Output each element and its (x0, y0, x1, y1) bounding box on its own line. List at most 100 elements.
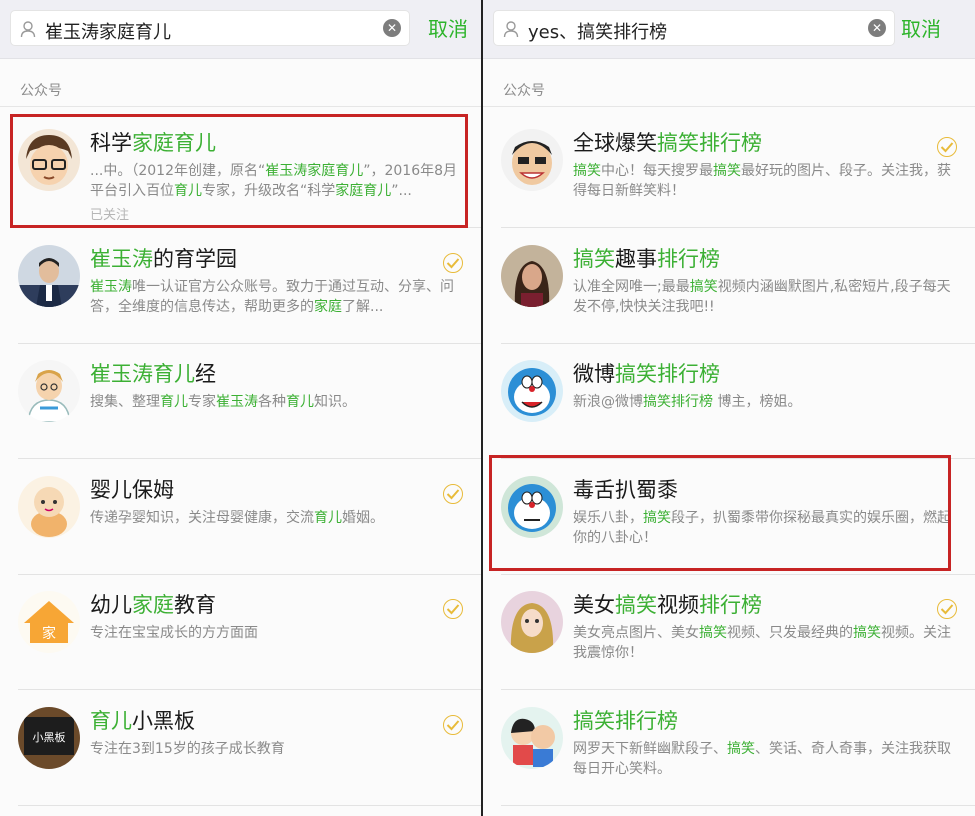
account-name: 美女搞笑视频排行榜 (573, 589, 762, 619)
account-name: 育儿小黑板 (90, 705, 195, 735)
highlight-annotation-box (10, 114, 468, 228)
cancel-button[interactable]: 取消 (428, 13, 468, 42)
account-description: 专注在3到15岁的孩子成长教育 (90, 739, 459, 759)
row-separator (18, 804, 481, 806)
description-segment: 搞笑 (727, 740, 755, 757)
account-description: 传递孕婴知识，关注母婴健康，交流育儿婚姻。 (90, 508, 459, 528)
title-segment: 崔玉涛育儿 (90, 362, 195, 386)
check-icon (940, 604, 954, 615)
svg-text:小黑板: 小黑板 (33, 730, 66, 744)
title-segment: 全球爆笑 (573, 131, 657, 155)
account-name: 搞笑排行榜 (573, 705, 678, 735)
search-user-icon (20, 21, 36, 38)
divider (483, 106, 975, 107)
account-description: 网罗天下新鲜幽默段子、搞笑、笑话、奇人奇事，关注我获取每日开心笑料。 (573, 739, 953, 779)
description-segment: 搞笑 (699, 625, 727, 641)
list-item[interactable]: 小黑板 育儿小黑板 专注在3到15岁的孩子成长教育 (0, 691, 481, 806)
list-item[interactable]: 崔玉涛的育学园 崔玉涛唯一认证官方公众账号。致力于通过互动、分享、问答，全维度的信… (0, 229, 481, 344)
search-user-icon (503, 21, 519, 38)
list-item[interactable]: 搞笑趣事排行榜 认准全网唯一;最最搞笑视频内涵幽默图片,私密短片,段子每天发不停,… (483, 229, 975, 344)
avatar (18, 244, 80, 307)
account-name: 崔玉涛的育学园 (90, 243, 237, 273)
search-bar: yes、搞笑排行榜 ✕ 取消 (483, 0, 975, 59)
title-segment: 育儿 (90, 708, 132, 733)
search-query: yes、搞笑排行榜 (528, 22, 668, 43)
clear-icon[interactable]: ✕ (868, 19, 886, 37)
title-segment: 教育 (174, 593, 216, 617)
account-description: 美女亮点图片、美女搞笑视频、只发最经典的搞笑视频。关注我震惊你！ (573, 623, 953, 663)
svg-text:家: 家 (42, 625, 56, 642)
description-segment: 育儿 (286, 394, 314, 410)
divider (0, 106, 481, 107)
account-name: 微博搞笑排行榜 (573, 358, 720, 388)
followed-check-badge (443, 599, 463, 619)
search-input[interactable]: 崔玉涛家庭育儿 ✕ (10, 10, 410, 46)
section-label: 公众号 (503, 83, 545, 99)
check-icon (446, 604, 460, 615)
description-segment: 知识。 (314, 394, 356, 410)
highlight-annotation-box (489, 455, 951, 571)
account-description: 搞笑中心！每天搜罗最搞笑最好玩的图片、段子。关注我，获得每日新鲜笑料！ (573, 161, 953, 201)
description-segment: 了解... (342, 298, 384, 315)
check-icon (940, 142, 954, 153)
account-description: 崔玉涛唯一认证官方公众账号。致力于通过互动、分享、问答，全维度的信息传达，帮助更… (90, 277, 459, 317)
list-item[interactable]: 搞笑排行榜网罗天下新鲜幽默段子、搞笑、笑话、奇人奇事，关注我获取每日开心笑料。 (483, 691, 975, 806)
description-segment: 搞笑 (689, 278, 718, 295)
list-item[interactable]: 美女搞笑视频排行榜美女亮点图片、美女搞笑视频、只发最经典的搞笑视频。关注我震惊你… (483, 575, 975, 690)
avatar (501, 591, 563, 653)
description-segment: 唯一认证官方公众账号。致力于通过互动、分享、问答，全维度的信息传达，帮助更多的 (90, 278, 454, 315)
account-description: 搜集、整理育儿专家崔玉涛各种育儿知识。 (90, 392, 459, 412)
account-name: 崔玉涛育儿经 (90, 358, 216, 388)
avatar: 家 (18, 591, 80, 653)
avatar (501, 706, 563, 769)
row-separator (501, 804, 975, 806)
title-segment: 家庭 (132, 593, 174, 617)
search-bar: 崔玉涛家庭育儿 ✕ 取消 (0, 0, 481, 59)
title-segment: 微博 (573, 362, 615, 386)
title-segment: 搞笑排行榜 (573, 708, 678, 733)
description-segment: 育儿 (160, 394, 188, 410)
followed-check-badge (443, 714, 463, 735)
account-name: 婴儿保姆 (90, 474, 174, 504)
title-segment: 排行榜 (699, 593, 762, 617)
avatar (18, 475, 80, 538)
title-segment: 视频 (657, 593, 699, 617)
list-item[interactable]: 家 幼儿家庭教育专注在宝宝成长的方方面面 (0, 575, 481, 690)
title-segment: 幼儿 (90, 593, 132, 617)
check-icon (446, 488, 460, 499)
list-item[interactable]: 婴儿保姆传递孕婴知识，关注母婴健康，交流育儿婚姻。 (0, 460, 481, 575)
title-segment: 崔玉涛 (90, 246, 153, 271)
title-segment: 的育学园 (153, 246, 237, 271)
title-segment: 排行榜 (657, 246, 720, 271)
account-description: 专注在宝宝成长的方方面面 (90, 623, 459, 643)
description-segment: 视频、只发最经典的 (727, 625, 853, 641)
title-segment: 搞笑 (615, 593, 657, 617)
account-name: 全球爆笑搞笑排行榜 (573, 127, 762, 157)
description-segment: 专家 (188, 394, 216, 410)
description-segment: 搞笑 (713, 163, 741, 179)
followed-check-badge (937, 599, 957, 619)
followed-check-badge (443, 252, 463, 273)
description-segment: 传递孕婴知识，关注母婴健康，交流 (90, 509, 314, 526)
search-input[interactable]: yes、搞笑排行榜 ✕ (493, 10, 895, 46)
account-description: 认准全网唯一;最最搞笑视频内涵幽默图片,私密短片,段子每天发不停,快快关注我吧!… (573, 277, 953, 317)
list-item[interactable]: 崔玉涛育儿经搜集、整理育儿专家崔玉涛各种育儿知识。 (0, 344, 481, 459)
section-label: 公众号 (20, 83, 62, 99)
title-segment: 搞笑排行榜 (615, 362, 720, 386)
title-segment: 趣事 (615, 246, 657, 271)
followed-check-badge (937, 137, 957, 157)
description-segment: 搞笑排行榜 (643, 394, 713, 410)
title-segment: 搞笑 (573, 246, 615, 271)
title-segment: 经 (195, 362, 216, 386)
avatar (501, 244, 563, 307)
description-segment: 专注在3到15岁的孩子成长教育 (90, 740, 285, 757)
description-segment: 认准全网唯一;最最 (573, 278, 690, 295)
list-item[interactable]: 全球爆笑搞笑排行榜搞笑中心！每天搜罗最搞笑最好玩的图片、段子。关注我，获得每日新… (483, 113, 975, 228)
description-segment: 新浪@微博 (573, 394, 643, 410)
list-item[interactable]: 微博搞笑排行榜 新浪@微博搞笑排行榜 博主，榜姐。 (483, 344, 975, 459)
description-segment: 婚姻。 (342, 509, 384, 526)
avatar (18, 360, 80, 422)
cancel-button[interactable]: 取消 (901, 13, 941, 42)
title-segment: 小黑板 (132, 708, 195, 733)
clear-icon[interactable]: ✕ (383, 19, 401, 37)
